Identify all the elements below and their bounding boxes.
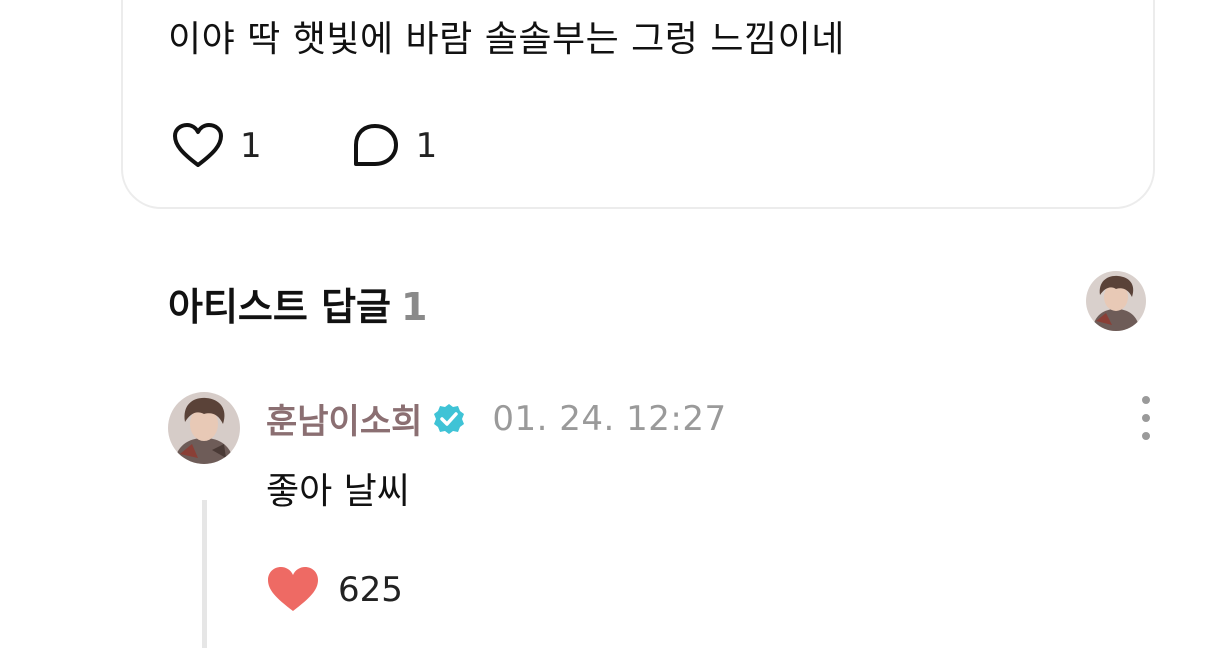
artist-photo-icon (1086, 271, 1146, 331)
comment-author-name[interactable]: 훈남이소희 (266, 394, 422, 443)
thread-line (202, 500, 207, 648)
post-comment-button[interactable]: 1 (350, 123, 438, 169)
post-like-button[interactable]: 1 (172, 123, 262, 169)
artist-avatar-small[interactable] (1086, 271, 1146, 331)
artist-replies-count: 1 (401, 285, 428, 329)
heart-filled-icon (268, 567, 318, 611)
verified-badge-icon (434, 403, 465, 434)
more-dot (1142, 414, 1150, 422)
more-dot (1142, 432, 1150, 440)
comment-page: 이야 딱 햇빛에 바람 솔솔부는 그렁 느낌이네 1 1 아티스트 답글 1 훈… (0, 0, 1206, 648)
more-dot (1142, 396, 1150, 404)
post-like-count: 1 (240, 126, 262, 166)
artist-photo-icon (168, 392, 240, 464)
comment-author-avatar[interactable] (168, 392, 240, 464)
comment-like-button[interactable]: 625 (266, 566, 403, 614)
speech-bubble-icon (353, 124, 398, 166)
comment-meta: 훈남이소희 01. 24. 12:27 (266, 394, 727, 443)
more-options-button[interactable] (1132, 396, 1160, 440)
post-text: 이야 딱 햇빛에 바람 솔솔부는 그렁 느낌이네 (168, 19, 845, 60)
comment-text: 좋아 날씨 (266, 471, 410, 512)
comment-like-count: 625 (338, 570, 403, 610)
artist-replies-header: 아티스트 답글 1 (168, 276, 427, 331)
post-comment-count: 1 (415, 126, 438, 166)
heart-outline-icon (173, 123, 223, 167)
artist-replies-title: 아티스트 답글 (168, 285, 391, 329)
post-actions: 1 1 (172, 120, 525, 172)
comment-timestamp: 01. 24. 12:27 (492, 398, 727, 439)
